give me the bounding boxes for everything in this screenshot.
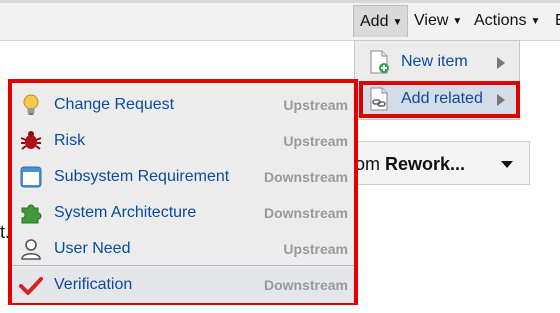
rework-label: Rework...	[385, 154, 466, 174]
direction-label: Downstream	[263, 169, 348, 185]
caret-down-icon: ▼	[452, 16, 463, 27]
menu-item-verification[interactable]: Verification Downstream	[12, 267, 354, 303]
direction-label: Downstream	[263, 205, 348, 221]
menu-item-label: System Architecture	[54, 204, 197, 221]
menu-separator	[12, 265, 354, 266]
window-icon	[20, 166, 42, 188]
puzzle-icon	[21, 204, 42, 224]
toolbar: Add▼ View▼ Actions▼ E	[0, 0, 560, 41]
direction-label: Downstream	[263, 277, 348, 293]
rework-prefix: om	[355, 154, 386, 174]
caret-down-icon: ▼	[392, 17, 403, 28]
menu-item-system-architecture[interactable]: System Architecture Downstream	[12, 195, 354, 231]
add-menu-button[interactable]: Add ▼	[353, 5, 408, 37]
menu-item-label: Risk	[54, 132, 86, 149]
menu-item-label: Verification	[54, 276, 133, 293]
lightbulb-icon	[23, 94, 39, 115]
menu-item-change-request[interactable]: Change Request Upstream	[12, 87, 354, 123]
toolbar-edge	[0, 0, 560, 3]
actions-menu-button[interactable]: Actions ▼	[468, 5, 554, 37]
add-menu-label: Add	[360, 13, 389, 30]
menu-item-subsystem-requirement[interactable]: Subsystem Requirement Downstream	[12, 159, 354, 195]
related-items-menu: Change Request Upstream Risk Upstream Su…	[8, 79, 358, 305]
user-icon	[21, 239, 41, 260]
bug-icon	[20, 131, 42, 150]
actions-menu-label: Actions	[474, 12, 527, 29]
add-related-highlight	[359, 81, 520, 118]
direction-label: Upstream	[283, 133, 348, 149]
menu-item-label: Subsystem Requirement	[54, 168, 230, 185]
caret-down-icon: ▼	[530, 16, 541, 27]
menu-item-user-need[interactable]: User Need Upstream	[12, 231, 354, 267]
more-menu-button[interactable]: E	[551, 5, 560, 37]
chevron-right-icon	[497, 57, 505, 69]
checkmark-icon	[19, 277, 43, 295]
view-menu-label: View	[414, 12, 449, 29]
new-item-icon	[370, 50, 389, 74]
menu-item-risk[interactable]: Risk Upstream	[12, 123, 354, 159]
submenu-item-new-item[interactable]: New item	[355, 44, 519, 80]
view-menu-button[interactable]: View ▼	[408, 5, 466, 37]
direction-label: Upstream	[283, 97, 348, 113]
direction-label: Upstream	[283, 241, 348, 257]
menu-item-label: Change Request	[54, 96, 175, 113]
menu-item-label: User Need	[54, 240, 131, 257]
rework-dropdown[interactable]: om Rework...	[340, 141, 530, 185]
more-menu-label: E	[555, 12, 560, 29]
submenu-item-label: New item	[401, 53, 468, 70]
caret-down-icon	[501, 161, 513, 168]
